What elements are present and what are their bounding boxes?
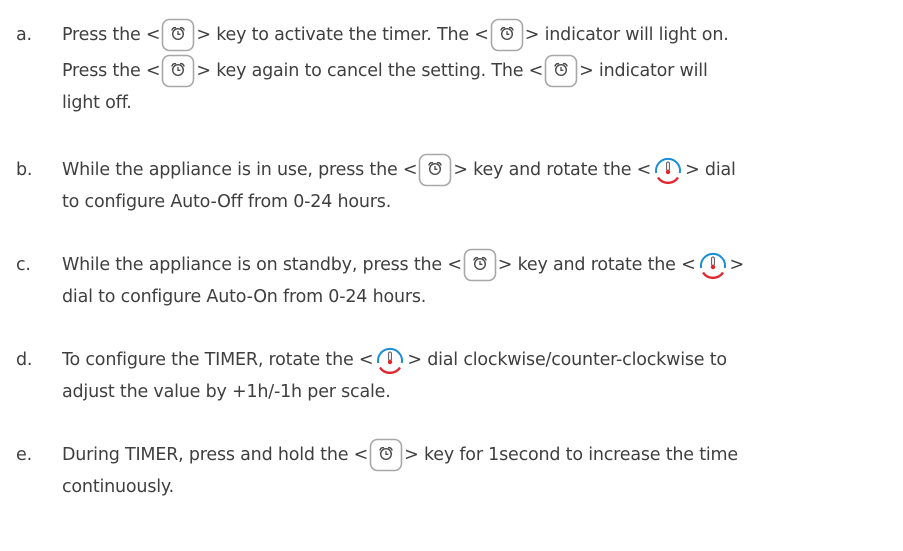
timer-key-icon bbox=[161, 18, 195, 52]
list-marker: c. bbox=[16, 255, 31, 275]
text-segment: During TIMER, press and hold the < bbox=[62, 445, 369, 465]
text-segment: While the appliance is on standby, press… bbox=[62, 255, 462, 275]
text-line: Press the < > key again to cancel the set… bbox=[62, 53, 892, 89]
text-segment: Press the < bbox=[62, 61, 161, 81]
text-segment: > dial clockwise/counter-clockwise to bbox=[407, 350, 727, 370]
list-item-text: While the appliance is in use, press the… bbox=[62, 152, 892, 217]
text-line: dial to configure Auto-On from 0-24 hour… bbox=[62, 283, 892, 312]
timer-key-icon bbox=[418, 153, 452, 187]
text-segment: dial to configure Auto-On from 0-24 hour… bbox=[62, 287, 427, 307]
list-marker: d. bbox=[16, 350, 33, 370]
timer-key-icon bbox=[490, 18, 524, 52]
temperature-dial-icon bbox=[374, 344, 406, 376]
text-line: light off. bbox=[62, 89, 892, 118]
text-segment: to configure Auto-Off from 0-24 hours. bbox=[62, 192, 392, 212]
text-segment: > key for 1second to increase the time bbox=[404, 445, 738, 465]
text-segment: Press the < bbox=[62, 25, 161, 45]
timer-key-icon bbox=[544, 54, 578, 88]
instruction-list: a. Press the < > key to activate the time… bbox=[0, 0, 903, 551]
text-line: to configure Auto-Off from 0-24 hours. bbox=[62, 188, 892, 217]
timer-key-icon bbox=[161, 54, 195, 88]
text-segment: > key and rotate the < bbox=[497, 255, 696, 275]
text-segment: > bbox=[729, 255, 745, 275]
timer-key-icon bbox=[463, 248, 497, 282]
text-segment: > indicator will light on. bbox=[524, 25, 729, 45]
temperature-dial-icon bbox=[697, 249, 729, 281]
temperature-dial-icon bbox=[652, 154, 684, 186]
text-segment: > key and rotate the < bbox=[453, 160, 652, 180]
text-segment: adjust the value by +1h/-1h per scale. bbox=[62, 382, 391, 402]
text-segment: To configure the TIMER, rotate the < bbox=[62, 350, 374, 370]
list-item-text: While the appliance is on standby, press… bbox=[62, 247, 892, 312]
text-line: During TIMER, press and hold the < > key … bbox=[62, 437, 892, 473]
text-line: adjust the value by +1h/-1h per scale. bbox=[62, 378, 892, 407]
text-segment: > key to activate the timer. The < bbox=[196, 25, 489, 45]
text-line: While the appliance is in use, press the… bbox=[62, 152, 892, 188]
text-line: Press the < > key to activate the timer. … bbox=[62, 17, 892, 53]
text-line: To configure the TIMER, rotate the < > di… bbox=[62, 342, 892, 378]
text-segment: light off. bbox=[62, 93, 132, 113]
list-marker: a. bbox=[16, 25, 32, 45]
text-segment: continuously. bbox=[62, 477, 174, 497]
list-item-text: Press the < > key to activate the timer. … bbox=[62, 17, 892, 118]
text-segment: While the appliance is in use, press the… bbox=[62, 160, 418, 180]
list-marker: e. bbox=[16, 445, 32, 465]
text-line: While the appliance is on standby, press… bbox=[62, 247, 892, 283]
text-segment: > dial bbox=[685, 160, 736, 180]
list-item-text: During TIMER, press and hold the < > key … bbox=[62, 437, 892, 502]
text-line: continuously. bbox=[62, 473, 892, 502]
list-marker: b. bbox=[16, 160, 33, 180]
timer-key-icon bbox=[369, 438, 403, 472]
text-segment: > key again to cancel the setting. The < bbox=[196, 61, 544, 81]
text-segment: > indicator will bbox=[579, 61, 708, 81]
list-item-text: To configure the TIMER, rotate the < > di… bbox=[62, 342, 892, 407]
